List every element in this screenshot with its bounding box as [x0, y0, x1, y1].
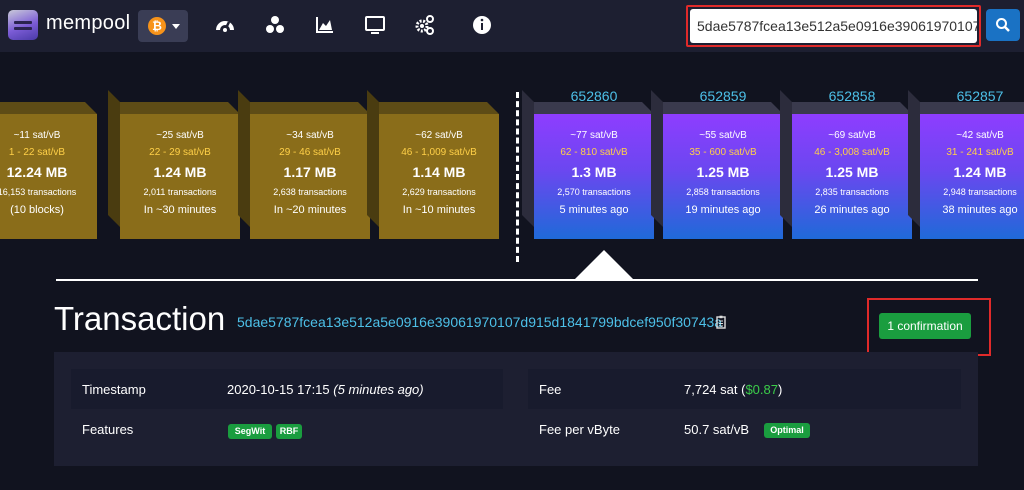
tv-icon[interactable] [364, 14, 386, 36]
fee-rate-value: 50.7 sat/vB [684, 422, 750, 437]
search-input[interactable] [690, 9, 977, 43]
blockchain-visualization: ~11 sat/vB 1 - 22 sat/vB 12.24 MB 16,153… [0, 52, 1024, 282]
block-size: 1.17 MB [283, 164, 337, 180]
mempool-block[interactable]: ~11 sat/vB 1 - 22 sat/vB 12.24 MB 16,153… [0, 102, 97, 239]
block-tx-count: 2,858 transactions [686, 187, 760, 197]
mempool-block[interactable]: ~34 sat/vB 29 - 46 sat/vB 1.17 MB 2,638 … [238, 90, 370, 239]
fee-fiat: $0.87 [745, 382, 778, 397]
block-fee-range: 31 - 241 sat/vB [946, 147, 1014, 158]
block-fee: ~55 sat/vB [699, 130, 747, 141]
block-tx-count: 2,835 transactions [815, 187, 889, 197]
block-size: 1.25 MB [696, 164, 750, 180]
block-fee-range: 46 - 3,008 sat/vB [814, 147, 890, 158]
timestamp-relative: (5 minutes ago) [333, 382, 424, 397]
transaction-details-panel: Timestamp 2020-10-15 17:15 (5 minutes ag… [54, 352, 978, 466]
cogs-icon[interactable] [414, 14, 436, 36]
txid-link[interactable]: 5dae5787fcea13e512a5e0916e39061970107d91… [237, 314, 722, 330]
info-icon[interactable] [471, 14, 493, 36]
mempool-chain-divider [516, 92, 519, 262]
block-fee: ~69 sat/vB [828, 130, 876, 141]
block-fee: ~25 sat/vB [156, 130, 204, 141]
search-button[interactable] [986, 9, 1020, 41]
timestamp-date: 2020-10-15 17:15 [227, 382, 330, 397]
timestamp-value: 2020-10-15 17:15 (5 minutes ago) [227, 382, 424, 397]
fee-sat: 7,724 sat [684, 382, 738, 397]
block-tx-count: 2,011 transactions [143, 187, 217, 197]
block-fee-range: 62 - 810 sat/vB [560, 147, 628, 158]
block-time: 19 minutes ago [685, 204, 761, 216]
block-fee: ~34 sat/vB [286, 130, 334, 141]
mined-block[interactable]: ~55 sat/vB 35 - 600 sat/vB 1.25 MB 2,858… [651, 90, 783, 239]
block-tx-count: 2,948 transactions [943, 187, 1017, 197]
block-size: 1.24 MB [153, 164, 207, 180]
block-time: In ~10 minutes [402, 204, 476, 216]
block-fee: ~42 sat/vB [956, 130, 1004, 141]
block-size: 1.24 MB [953, 164, 1007, 180]
block-fee-range: 46 - 1,009 sat/vB [401, 147, 477, 158]
block-fee-range: 1 - 22 sat/vB [8, 147, 66, 158]
block-fee-range: 22 - 29 sat/vB [149, 147, 211, 158]
fee-rate-badge: Optimal [764, 423, 810, 438]
section-divider [56, 279, 978, 281]
mempool-block[interactable]: ~25 sat/vB 22 - 29 sat/vB 1.24 MB 2,011 … [108, 90, 240, 239]
bitcoin-icon: ₿ [148, 17, 166, 35]
block-size: 1.3 MB [571, 164, 617, 180]
block-size: 1.25 MB [825, 164, 879, 180]
block-fee: ~62 sat/vB [415, 130, 463, 141]
block-tx-count: 16,153 transactions [0, 187, 77, 197]
mined-block[interactable]: ~42 sat/vB 31 - 241 sat/vB 1.24 MB 2,948… [908, 90, 1024, 239]
fee-rate-label: Fee per vByte [539, 422, 620, 437]
block-time: In ~30 minutes [143, 204, 217, 216]
timestamp-label: Timestamp [82, 382, 146, 397]
selected-block-pointer [574, 250, 634, 280]
block-time: 26 minutes ago [814, 204, 890, 216]
block-tx-count: 2,638 transactions [273, 187, 347, 197]
search-icon [996, 18, 1010, 32]
feature-badge-segwit: SegWit [228, 424, 272, 439]
features-label: Features [82, 422, 134, 437]
block-time: (10 blocks) [10, 204, 64, 216]
caret-down-icon [172, 24, 180, 29]
block-size: 12.24 MB [6, 164, 68, 180]
fee-label: Fee [539, 382, 562, 397]
mempool-block[interactable]: ~62 sat/vB 46 - 1,009 sat/vB 1.14 MB 2,6… [367, 90, 499, 239]
dashboard-icon[interactable] [214, 14, 236, 36]
copy-icon[interactable] [716, 315, 728, 329]
graph-icon[interactable] [264, 14, 286, 36]
network-selector-button[interactable]: ₿ [138, 10, 188, 42]
chart-icon[interactable] [314, 14, 336, 36]
block-size: 1.14 MB [412, 164, 466, 180]
page-title: Transaction [54, 300, 226, 337]
mined-block[interactable]: ~69 sat/vB 46 - 3,008 sat/vB 1.25 MB 2,8… [780, 90, 912, 239]
block-tx-count: 2,570 transactions [557, 187, 631, 197]
navbar: mempool ₿ [0, 0, 1024, 52]
search-field [690, 9, 977, 43]
block-time: 38 minutes ago [942, 204, 1018, 216]
mined-block[interactable]: ~77 sat/vB 62 - 810 sat/vB 1.3 MB 2,570 … [522, 90, 654, 239]
block-fee: ~77 sat/vB [570, 130, 618, 141]
feature-badge-rbf: RBF [276, 424, 302, 439]
block-fee-range: 29 - 46 sat/vB [279, 147, 341, 158]
block-time: 5 minutes ago [559, 204, 629, 216]
block-tx-count: 2,629 transactions [402, 187, 476, 197]
block-fee-range: 35 - 600 sat/vB [689, 147, 757, 158]
fee-value: 7,724 sat ($0.87) [684, 382, 783, 397]
mempool-logo-icon[interactable] [8, 10, 38, 40]
block-fee: ~11 sat/vB [13, 130, 61, 141]
brand-name[interactable]: mempool [46, 12, 130, 35]
block-time: In ~20 minutes [273, 204, 347, 216]
confirmation-badge: 1 confirmation [879, 313, 971, 339]
